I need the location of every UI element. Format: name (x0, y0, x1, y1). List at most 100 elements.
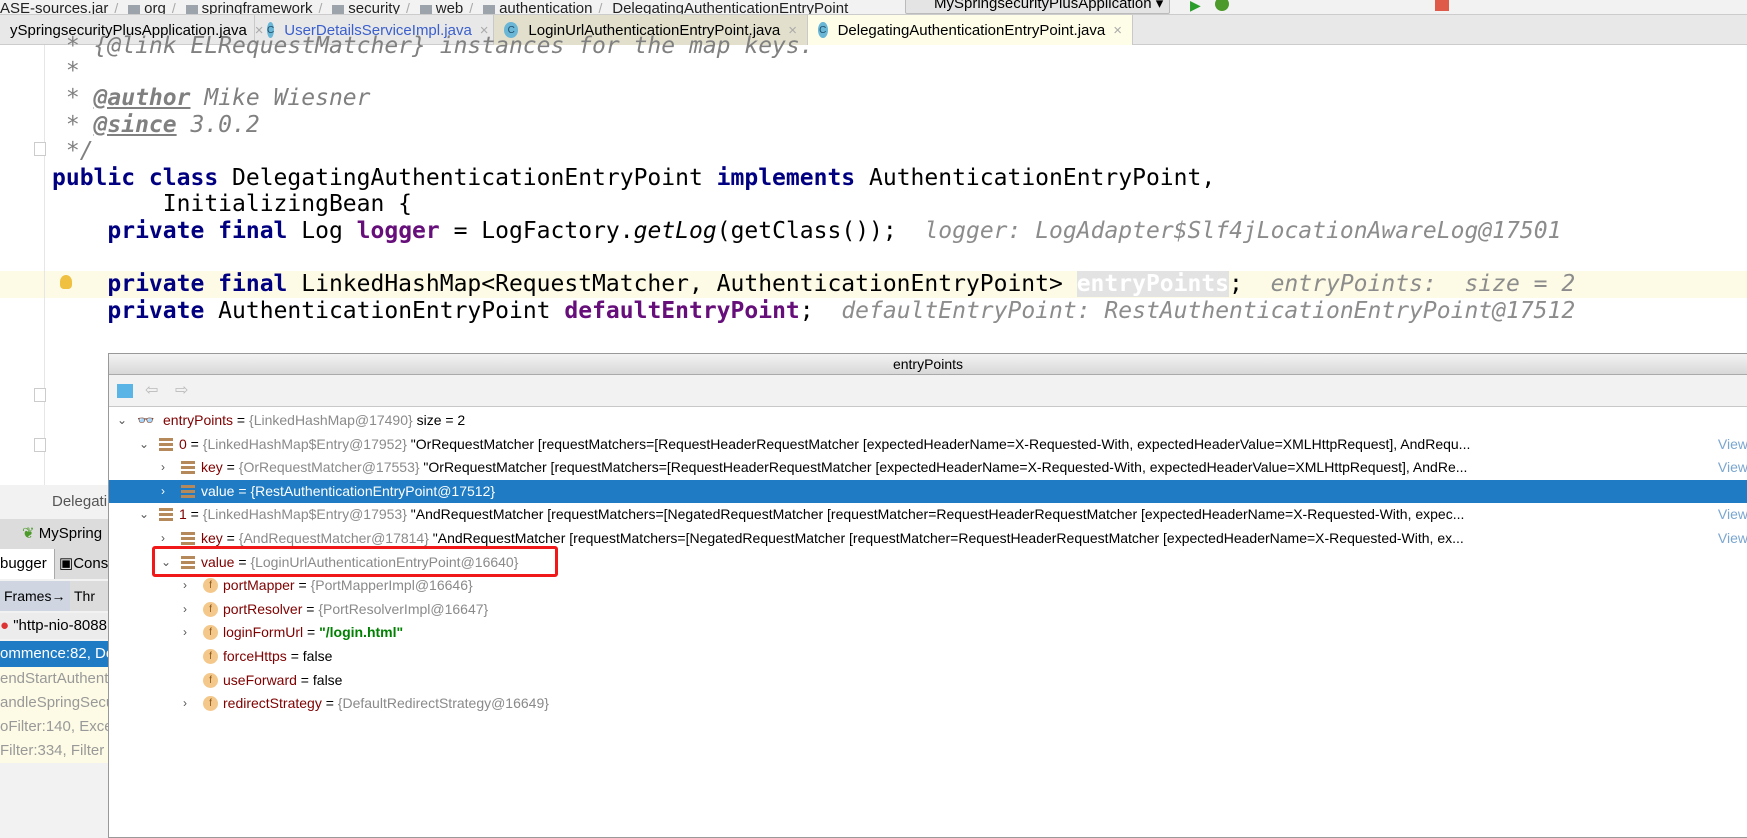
threads-tab[interactable]: Thr (70, 581, 108, 611)
var-value: "OrRequestMatcher [requestMatchers=[Requ… (419, 459, 1468, 476)
chevron-down-icon[interactable]: ⌄ (139, 503, 149, 526)
chevron-right-icon[interactable]: › (183, 692, 187, 715)
field-icon: f (203, 649, 218, 664)
var-name: portResolver (223, 600, 303, 617)
breadcrumb-springframework[interactable]: springframework (202, 1, 313, 14)
folder-icon (419, 4, 432, 14)
folder-icon (185, 4, 198, 14)
watch-icon[interactable] (117, 384, 133, 398)
navigation-bar: ASE-sources.jar / org / springframework / s… (0, 0, 1747, 15)
tab-label: DelegatingAuthenticationEntryPoint.java (837, 21, 1106, 39)
folder-icon (128, 4, 141, 14)
gutter-divider (44, 45, 45, 485)
var-ref: {PortResolverImpl@16647} (318, 600, 489, 617)
code-line: * {@link ELRequestMatcher} instances for… (52, 33, 814, 59)
var-ref: {DefaultRedirectStrategy@16649} (337, 695, 549, 712)
var-value: "OrRequestMatcher [requestMatchers=[Requ… (406, 435, 1471, 452)
session-tab[interactable]: ❦ MySpring (0, 519, 108, 549)
evaluate-popup: entryPoints ⇦ ⇨ ⌄ 👓 entryPoints = {LinkedH… (108, 353, 1747, 838)
highlight-annotation (152, 546, 558, 577)
stop-thread-icon: ● (0, 617, 10, 634)
var-ref: {OrRequestMatcher@17553} (238, 459, 420, 476)
tree-row[interactable]: › f portResolver = {PortResolverImpl@16647… (109, 598, 1747, 621)
view-link[interactable]: View (1715, 503, 1747, 527)
breadcrumb-class[interactable]: DelegatingAuthenticationEntryPoint (612, 1, 848, 14)
tree-row[interactable]: › key = {OrRequestMatcher@17553} "OrReque… (109, 456, 1747, 480)
tree-row[interactable]: ⌄ 1 = {LinkedHashMap$Entry@17953} "AndReq… (109, 503, 1747, 527)
close-icon[interactable]: × (1113, 22, 1122, 39)
view-link[interactable]: View (1715, 456, 1747, 480)
code-line: InitializingBean { (52, 191, 413, 217)
tree-row[interactable]: › f loginFormUrl = "/login.html" (109, 621, 1747, 644)
run-icon[interactable]: ▶ (1190, 0, 1204, 13)
breadcrumb-web[interactable]: web (436, 1, 464, 14)
field-icon: f (203, 696, 218, 712)
popup-title[interactable]: entryPoints (109, 354, 1747, 375)
field-icon: f (203, 578, 218, 594)
frame-item[interactable]: Filter:334, Filter (0, 739, 108, 763)
var-name: key (201, 459, 223, 476)
code-line: * (52, 58, 80, 84)
code-line: */ (52, 138, 94, 164)
stop-icon[interactable] (1435, 0, 1449, 11)
editor-tab-label[interactable]: Delegati (0, 485, 108, 519)
var-ref: {RestAuthenticationEntryPoint@17512} (250, 482, 496, 499)
code-line: private AuthenticationEntryPoint default… (52, 298, 1576, 324)
fold-icon[interactable] (34, 388, 46, 402)
tree-row[interactable]: ⌄ 0 = {LinkedHashMap$Entry@17952} "OrRequ… (109, 432, 1747, 456)
var-name: portMapper (223, 577, 295, 594)
forward-icon[interactable]: ⇨ (175, 380, 188, 400)
tree-row[interactable]: › f portMapper = {PortMapperImpl@16646} (109, 574, 1747, 597)
run-configuration-select[interactable]: MySpringsecurityPlusApplication ▾ (905, 0, 1170, 14)
view-link[interactable]: View (1715, 527, 1747, 550)
breadcrumb-authentication[interactable]: authentication (499, 1, 592, 14)
fold-icon[interactable] (34, 438, 46, 452)
tree-row[interactable]: › value = {RestAuthenticationEntryPoint@1… (109, 479, 1747, 503)
chevron-right-icon[interactable]: › (183, 621, 187, 644)
var-ref: {PortMapperImpl@16646} (310, 577, 473, 594)
chevron-right-icon[interactable]: › (161, 456, 165, 479)
code-line: public class DelegatingAuthenticationEnt… (52, 165, 1216, 191)
run-config-label: MySpringsecurityPlusApplication (934, 0, 1152, 12)
tree-row[interactable]: f forceHttps = false (109, 645, 1747, 668)
console-tab[interactable]: ▣Conso (54, 549, 108, 579)
tab-delegating[interactable]: C DelegatingAuthenticationEntryPoint.java… (808, 15, 1133, 45)
var-name: forceHttps (223, 648, 287, 664)
lightbulb-icon[interactable] (60, 275, 72, 289)
var-value: "AndRequestMatcher [requestMatchers=[Neg… (406, 506, 1465, 523)
chevron-right-icon[interactable]: › (183, 598, 187, 621)
field-icon: f (203, 625, 218, 641)
code-line: private final LinkedHashMap<RequestMatch… (52, 271, 1576, 297)
inline-debug-value: defaultEntryPoint: RestAuthenticationEnt… (813, 298, 1576, 324)
chevron-down-icon[interactable]: ⌄ (139, 433, 149, 456)
tree-row[interactable]: f useForward = false (109, 669, 1747, 692)
chevron-right-icon[interactable]: › (183, 574, 187, 597)
frame-item[interactable]: endStartAuthenti (0, 667, 108, 691)
var-name: key (201, 530, 223, 546)
debug-tool-window: Delegati ❦ MySpring bugger ▣Conso Frames… (0, 485, 108, 838)
chevron-right-icon[interactable]: › (161, 480, 165, 503)
inline-debug-value: entryPoints: size = 2 (1242, 271, 1576, 297)
chevron-down-icon[interactable]: ⌄ (117, 409, 127, 432)
thread-select[interactable]: ● "http-nio-8088 (0, 613, 108, 639)
tree-row[interactable]: ⌄ 👓 entryPoints = {LinkedHashMap@17490} si… (109, 409, 1747, 432)
breadcrumb-org[interactable]: org (144, 1, 166, 14)
frame-item[interactable]: andleSpringSecu (0, 691, 108, 715)
code-line: * @since 3.0.2 (52, 112, 260, 138)
back-icon[interactable]: ⇦ (145, 380, 158, 400)
console-icon: ▣ (59, 555, 74, 572)
entry-icon (181, 461, 195, 475)
class-icon: C (818, 22, 828, 38)
frame-item[interactable]: oFilter:140, Excep (0, 715, 108, 739)
field-icon: f (203, 601, 218, 617)
tree-row[interactable]: › f redirectStrategy = {DefaultRedirectStr… (109, 692, 1747, 715)
var-value: "AndRequestMatcher [requestMatchers=[Neg… (428, 530, 1464, 546)
var-ref: {LinkedHashMap@17490} (249, 412, 413, 428)
var-value: false (302, 648, 333, 664)
breadcrumb-security[interactable]: security (348, 1, 400, 14)
breadcrumb-jar[interactable]: ASE-sources.jar (0, 1, 108, 14)
view-link[interactable]: View (1715, 432, 1747, 456)
fold-icon[interactable] (34, 142, 46, 156)
var-name: loginFormUrl (223, 624, 304, 641)
frame-item[interactable]: ommence:82, De (0, 641, 108, 667)
